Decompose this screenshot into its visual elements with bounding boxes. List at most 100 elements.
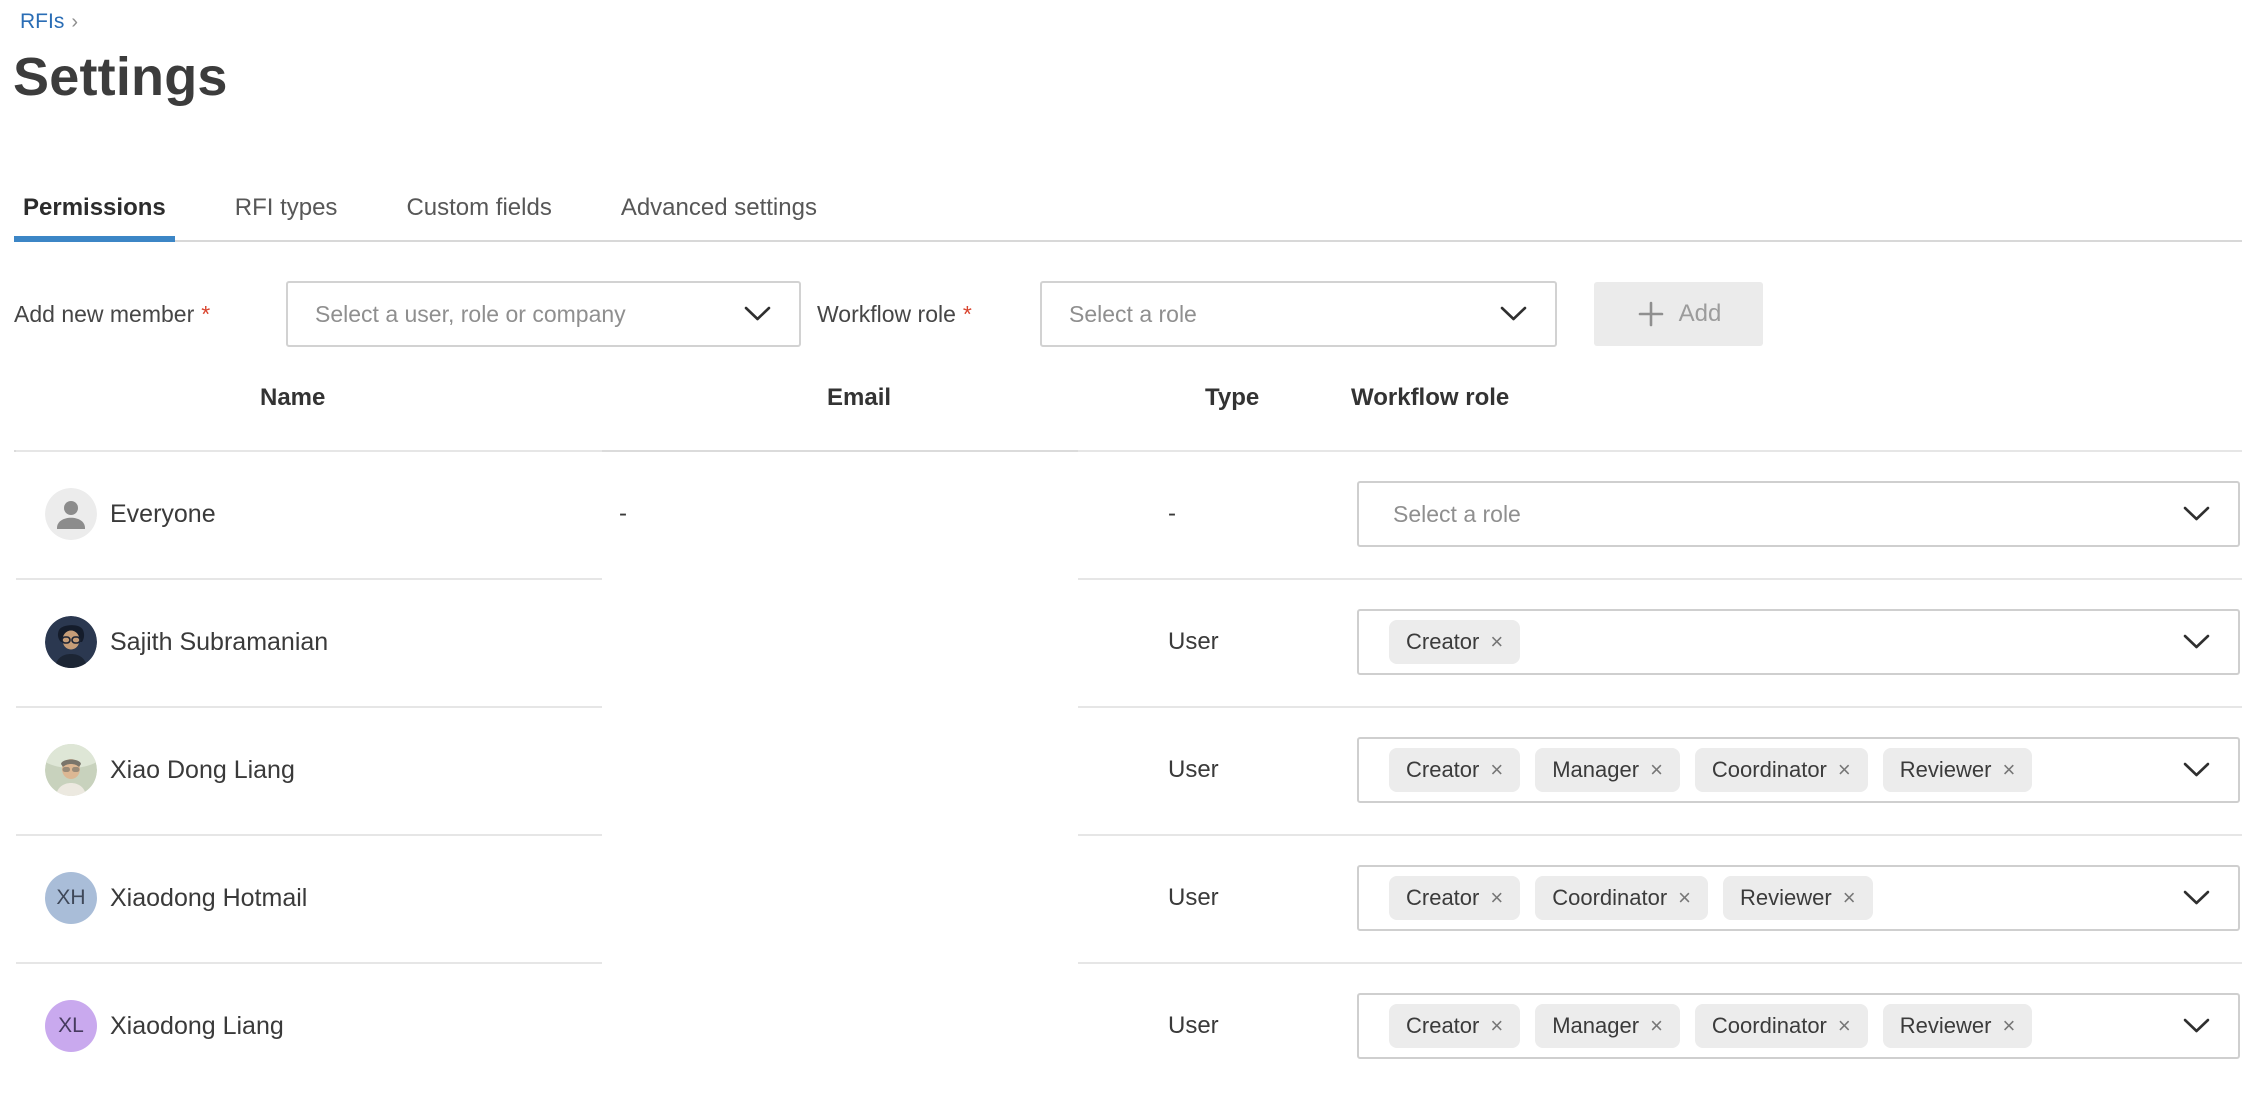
role-chip: Manager×	[1535, 748, 1680, 792]
role-chip-label: Creator	[1406, 885, 1479, 911]
row-divider	[16, 450, 602, 452]
tab-custom-fields[interactable]: Custom fields	[397, 192, 560, 240]
role-select-placeholder: Select a role	[1069, 301, 1197, 328]
remove-chip-icon[interactable]: ×	[1490, 1013, 1503, 1039]
role-chip: Creator ×	[1389, 620, 1520, 664]
member-name: Xiaodong Hotmail	[110, 834, 307, 962]
role-chip: Coordinator ×	[1695, 1004, 1868, 1048]
tab-permissions[interactable]: Permissions	[14, 192, 175, 240]
avatar: XH	[45, 872, 97, 924]
row-divider	[1078, 578, 2242, 580]
remove-chip-icon[interactable]: ×	[1490, 885, 1503, 911]
member-select[interactable]: Select a user, role or company	[286, 281, 801, 347]
role-chip-list: Creator×Manager×Coordinator×Reviewer×	[1359, 748, 2032, 792]
tab-rfi-types[interactable]: RFI types	[226, 192, 347, 240]
column-header-type: Type	[1205, 384, 1259, 412]
role-select-placeholder: Select a role	[1359, 501, 1521, 528]
member-select-placeholder: Select a user, role or company	[315, 301, 626, 328]
row-workflow-role-select[interactable]: Creator × Coordinator × Reviewer ×	[1357, 865, 2240, 931]
member-type: User	[1168, 834, 1219, 962]
role-chip-label: Coordinator	[1712, 1013, 1827, 1039]
role-chip-label: Reviewer	[1740, 885, 1832, 911]
breadcrumb-link-rfis[interactable]: RFIs	[20, 10, 64, 33]
breadcrumb-separator-icon: ›	[71, 11, 78, 33]
role-chip-label: Coordinator	[1552, 885, 1667, 911]
user-photo-avatar	[45, 744, 97, 796]
table-row: Xiao Dong Liang User Creator×Manager×Coo…	[0, 706, 2256, 834]
avatar: XL	[45, 1000, 97, 1052]
breadcrumb: RFIs ›	[20, 10, 78, 34]
table-row: Sajith Subramanian User Creator ×	[0, 578, 2256, 706]
role-chip: Creator ×	[1389, 1004, 1520, 1048]
chevron-down-icon	[2183, 634, 2210, 650]
chevron-down-icon	[2183, 506, 2210, 522]
role-chip: Coordinator ×	[1695, 748, 1868, 792]
row-divider	[16, 578, 602, 580]
remove-chip-icon[interactable]: ×	[1838, 757, 1851, 783]
member-type: User	[1168, 578, 1219, 706]
column-header-workflow-role: Workflow role	[1351, 384, 1509, 412]
member-name: Xiaodong Liang	[110, 962, 284, 1090]
required-asterisk: *	[201, 301, 210, 327]
chevron-down-icon	[744, 306, 771, 322]
remove-chip-icon[interactable]: ×	[1490, 757, 1503, 783]
member-type: User	[1168, 706, 1219, 834]
member-type: -	[1168, 450, 1176, 578]
table-row: Everyone - - Select a role	[0, 450, 2256, 578]
role-chip-label: Coordinator	[1712, 757, 1827, 783]
workflow-role-label: Workflow role*	[817, 281, 972, 347]
row-divider	[1078, 962, 2242, 964]
role-chip: Coordinator ×	[1535, 876, 1708, 920]
tab-advanced-settings[interactable]: Advanced settings	[612, 192, 826, 240]
plus-icon	[1636, 299, 1666, 329]
role-chip-label: Creator	[1406, 1013, 1479, 1039]
role-chip: Reviewer ×	[1883, 1004, 2033, 1048]
row-workflow-role-select[interactable]: Creator×Manager×Coordinator×Reviewer×	[1357, 737, 2240, 803]
add-button[interactable]: Add	[1594, 282, 1763, 346]
add-member-form: Add new member* Select a user, role or c…	[0, 281, 2256, 347]
role-chip: Manager ×	[1535, 1004, 1680, 1048]
page-title: Settings	[13, 46, 228, 108]
role-chip: Creator ×	[1389, 876, 1520, 920]
remove-chip-icon[interactable]: ×	[1843, 885, 1856, 911]
role-chip-list: Creator ×	[1359, 620, 1520, 664]
role-chip-label: Reviewer	[1900, 757, 1992, 783]
remove-chip-icon[interactable]: ×	[1838, 1013, 1851, 1039]
table-header: Name Email Type Workflow role	[0, 384, 2256, 414]
table-row: XH Xiaodong Hotmail User Creator×Coordin…	[0, 834, 2256, 962]
remove-chip-icon[interactable]: ×	[1650, 757, 1663, 783]
role-chip-label: Reviewer	[1900, 1013, 1992, 1039]
role-chip-label: Creator	[1406, 629, 1479, 655]
member-email: -	[619, 450, 627, 578]
everyone-person-icon	[45, 488, 97, 540]
role-chip: Reviewer ×	[1723, 876, 1873, 920]
add-member-label: Add new member*	[14, 281, 210, 347]
workflow-role-select[interactable]: Select a role	[1040, 281, 1557, 347]
remove-chip-icon[interactable]: ×	[2002, 757, 2015, 783]
remove-chip-icon[interactable]: ×	[1678, 885, 1691, 911]
row-workflow-role-select[interactable]: Creator ×	[1357, 609, 2240, 675]
row-divider	[16, 962, 602, 964]
remove-chip-icon[interactable]: ×	[1650, 1013, 1663, 1039]
chevron-down-icon	[1500, 306, 1527, 322]
member-type: User	[1168, 962, 1219, 1090]
member-name: Everyone	[110, 450, 216, 578]
remove-chip-icon[interactable]: ×	[2002, 1013, 2015, 1039]
role-chip-label: Creator	[1406, 757, 1479, 783]
member-name: Sajith Subramanian	[110, 578, 328, 706]
column-header-email: Email	[827, 384, 891, 412]
row-workflow-role-select[interactable]: Select a role	[1357, 481, 2240, 547]
role-chip: Creator ×	[1389, 748, 1520, 792]
remove-chip-icon[interactable]: ×	[1490, 629, 1503, 655]
row-divider	[16, 834, 602, 836]
role-chip-list: Creator × Manager × Coordinator × Reviewer ×	[1359, 1004, 2032, 1048]
member-name: Xiao Dong Liang	[110, 706, 295, 834]
role-chip-list: Creator × Coordinator × Reviewer ×	[1359, 876, 1873, 920]
chevron-down-icon	[2183, 890, 2210, 906]
row-workflow-role-select[interactable]: Creator × Manager × Coordinator × Reviewer ×	[1357, 993, 2240, 1059]
role-chip-label: Manager	[1552, 1013, 1639, 1039]
table-row: XL Xiaodong Liang User Creator×Manager×C…	[0, 962, 2256, 1090]
user-photo-avatar	[45, 616, 97, 668]
required-asterisk: *	[963, 301, 972, 327]
role-chip: Reviewer ×	[1883, 748, 2033, 792]
